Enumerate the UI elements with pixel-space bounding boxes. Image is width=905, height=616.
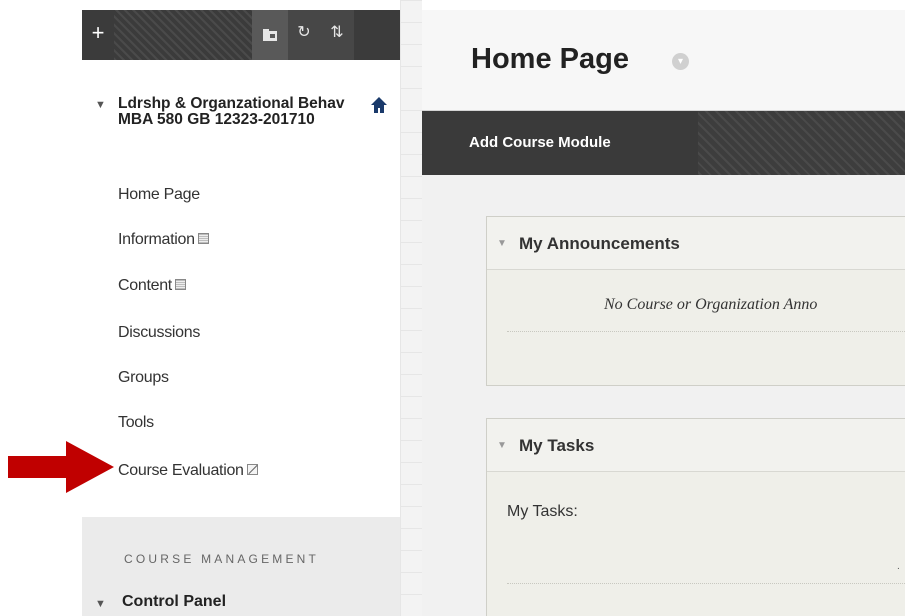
nav-item-label: Tools [118,414,154,431]
nav-item-discussions[interactable]: Discussions [118,322,200,344]
add-course-module-label: Add Course Module [469,134,611,151]
folder-icon [263,29,277,41]
course-management-panel: COURSE MANAGEMENT ▼ Control Panel [82,517,400,616]
course-collapse-icon[interactable]: ▼ [95,99,106,111]
nav-item-tools[interactable]: Tools [118,412,154,434]
tasks-module: ▼ My Tasks My Tasks: . [486,418,905,616]
course-menu-toolbar: + ↻ ⇅ [82,10,400,60]
add-course-module-button[interactable]: Add Course Module [422,111,698,175]
reorder-button[interactable]: ⇅ [320,10,354,60]
nav-item-label: Home Page [118,186,200,203]
collapse-triangle-icon[interactable]: ▼ [497,440,507,451]
nav-item-information[interactable]: Information [118,229,209,251]
refresh-button[interactable]: ↻ [288,10,320,60]
toolbar-end [354,10,400,60]
nav-item-content[interactable]: Content [118,275,186,297]
toolbar-spacer [114,10,252,60]
module-title: My Tasks [519,436,595,455]
action-bar: Add Course Module [422,111,905,175]
folder-view-button[interactable] [252,10,288,60]
nav-item-label: Discussions [118,324,201,341]
module-header[interactable]: ▼ My Announcements [487,217,905,270]
control-panel-link[interactable]: Control Panel [122,593,226,611]
nav-item-groups[interactable]: Groups [118,367,169,389]
control-panel-collapse-icon[interactable]: ▼ [95,598,106,610]
course-title-link[interactable]: Ldrshp & Organzational Behav MBA 580 GB … [118,96,358,128]
home-icon[interactable] [370,96,388,114]
unavailable-icon [246,464,258,476]
module-header[interactable]: ▼ My Tasks [487,419,905,472]
nav-item-label: Information [118,231,195,248]
course-menu-sidebar: + ↻ ⇅ ▼ Ldrshp & Organzational Behav MBA… [82,10,400,616]
main-content: Home Page ▾ Add Course Module ▼ My Annou… [422,10,905,616]
course-management-heading: COURSE MANAGEMENT [124,552,320,566]
empty-announcements-text: No Course or Organization Anno [604,296,818,313]
hidden-content-icon [197,233,209,245]
sort-arrows-icon: ⇅ [330,24,344,41]
hidden-content-icon [174,279,186,291]
announcements-module: ▼ My Announcements No Course or Organiza… [486,216,905,386]
chevron-down-icon[interactable]: ▾ [672,53,689,70]
module-title: My Announcements [519,234,680,253]
collapse-triangle-icon[interactable]: ▼ [497,238,507,249]
plus-icon[interactable]: + [82,10,114,60]
nav-item-course-evaluation[interactable]: Course Evaluation [118,460,258,482]
page-title: Home Page [471,43,629,75]
refresh-icon: ↻ [297,24,311,41]
nav-item-label: Groups [118,369,169,386]
sidebar-resize-handle[interactable] [400,0,422,616]
divider [507,331,905,332]
nav-item-label: Course Evaluation [118,462,244,479]
page-header: Home Page ▾ [422,10,905,111]
nav-item-label: Content [118,277,172,294]
nav-item-home-page[interactable]: Home Page [118,184,200,206]
tasks-label: My Tasks: [507,503,578,520]
red-arrow-annotation [8,441,114,493]
divider [507,583,905,584]
truncated-mark: . [897,561,900,572]
